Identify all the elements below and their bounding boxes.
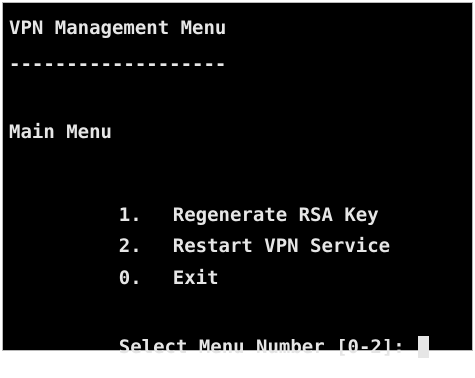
section-heading: Main Menu — [9, 121, 112, 143]
menu-item-restart-vpn-service: 2. Restart VPN Service — [73, 218, 390, 256]
menu-item-number: 0. — [118, 267, 142, 289]
title-underline: ------------------- — [9, 53, 227, 75]
menu-item-label: Exit — [172, 267, 219, 289]
prompt-text: Select Menu Number [0-2]: — [118, 336, 405, 358]
text-cursor[interactable] — [418, 336, 430, 358]
terminal-window[interactable]: VPN Management Menu ------------------- … — [2, 2, 473, 358]
menu-item-regenerate-rsa-key: 1. Regenerate RSA Key — [73, 187, 379, 225]
menu-title: VPN Management Menu — [9, 17, 227, 39]
menu-item-exit: 0. Exit — [73, 250, 219, 288]
input-prompt[interactable]: Select Menu Number [0-2]: — [73, 317, 430, 358]
